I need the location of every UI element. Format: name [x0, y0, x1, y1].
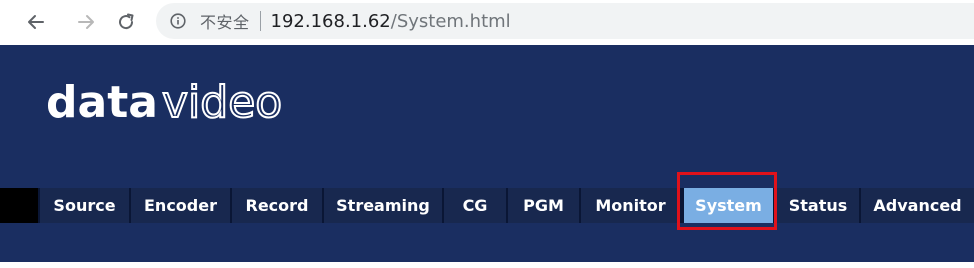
menu-item-streaming[interactable]: Streaming: [324, 188, 442, 223]
logo-text-bold: data: [46, 77, 158, 128]
menu-item-record[interactable]: Record: [232, 188, 322, 223]
menu-item-monitor[interactable]: Monitor: [581, 188, 680, 223]
menu-item-status[interactable]: Status: [777, 188, 859, 223]
main-menu: Source Encoder Record Streaming CG PGM M…: [0, 188, 974, 223]
back-arrow-icon[interactable]: [20, 6, 52, 38]
address-bar[interactable]: 不安全 192.168.1.62 /System.html: [156, 3, 974, 39]
menu-item-source[interactable]: Source: [40, 188, 129, 223]
security-label[interactable]: 不安全: [200, 9, 250, 33]
page-background: data video Source Encoder Record Streami…: [0, 45, 974, 262]
url-host: 192.168.1.62: [270, 10, 391, 32]
datavideo-logo: data video: [46, 75, 316, 135]
reload-icon[interactable]: [110, 6, 142, 38]
logo-text-outline: video: [162, 77, 282, 128]
menu-item-pgm[interactable]: PGM: [508, 188, 579, 223]
bottom-strip: [0, 262, 974, 268]
browser-toolbar: 不安全 192.168.1.62 /System.html: [0, 0, 974, 44]
url-path: /System.html: [390, 10, 511, 32]
menu-item-encoder[interactable]: Encoder: [131, 188, 230, 223]
omnibox-divider: [259, 11, 261, 31]
menu-item-cg[interactable]: CG: [444, 188, 506, 223]
menu-item-system[interactable]: System: [684, 188, 773, 223]
menu-lead-block: [0, 188, 38, 223]
info-icon[interactable]: [170, 13, 186, 29]
forward-arrow-icon[interactable]: [70, 6, 102, 38]
menu-item-advanced[interactable]: Advanced: [861, 188, 974, 223]
